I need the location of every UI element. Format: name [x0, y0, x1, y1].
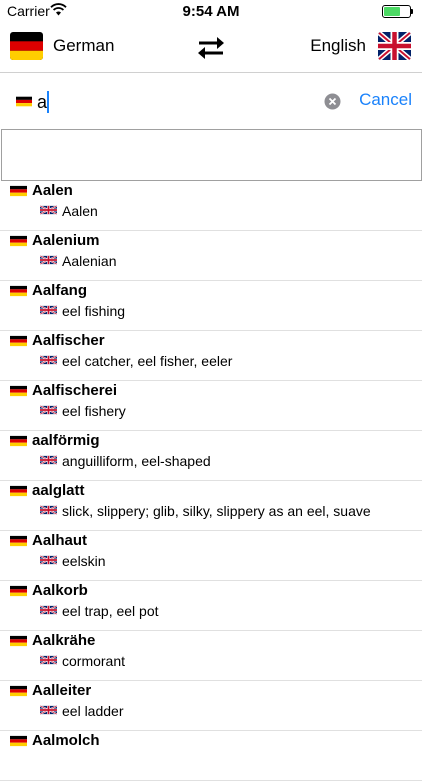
- uk-flag-icon: [40, 554, 57, 566]
- source-language-label: German: [53, 36, 115, 55]
- list-item[interactable]: Aalkorb eel trap, eel pot: [0, 581, 422, 631]
- german-flag-icon: [10, 235, 27, 247]
- term-label: Aalfang: [32, 282, 88, 299]
- translation-label: cormorant: [62, 653, 126, 669]
- list-item[interactable]: Aalenium Aalenian: [0, 231, 422, 281]
- clear-icon[interactable]: [324, 93, 341, 110]
- target-language-label: English: [310, 36, 366, 55]
- term-label: Aalleiter: [32, 682, 92, 699]
- translation-label: anguilliform, eel-shaped: [62, 453, 211, 469]
- status-bar: Carrier 9:54 AM: [0, 0, 422, 22]
- translation-label: Aalenian: [62, 253, 117, 269]
- uk-flag-icon: [40, 404, 57, 416]
- list-item[interactable]: Aalfang eel fishing: [0, 281, 422, 331]
- list-item[interactable]: aalförmig anguilliform, eel-shaped: [0, 431, 422, 481]
- translation-label: eel fishery: [62, 403, 126, 419]
- term-label: Aalkorb: [32, 582, 88, 599]
- language-bar: German English: [0, 22, 422, 72]
- german-flag-icon: [16, 96, 32, 107]
- german-flag-icon: [10, 435, 27, 447]
- translation-label: eelskin: [62, 553, 106, 569]
- translation-label: Aalen: [62, 203, 98, 219]
- uk-flag-icon: [40, 254, 57, 266]
- list-item[interactable]: Aalen Aalen: [0, 181, 422, 231]
- list-item[interactable]: aalglatt slick, slippery; glib, silky, sl…: [0, 481, 422, 531]
- german-flag-icon: [10, 535, 27, 547]
- results-list: Aalen Aalen Aalenium Aalenian Aalfang eel fis…: [0, 181, 422, 781]
- term-label: Aalfischer: [32, 332, 105, 349]
- translation-label: slick, slippery; glib, silky, slippery a…: [62, 503, 371, 519]
- uk-flag-icon: [40, 654, 57, 666]
- term-label: aalförmig: [32, 432, 100, 449]
- target-language-button[interactable]: English: [310, 32, 411, 60]
- uk-flag-icon: [40, 304, 57, 316]
- search-bar: Cancel: [0, 72, 422, 131]
- list-item[interactable]: Aalkrähe cormorant: [0, 631, 422, 681]
- status-time: 9:54 AM: [182, 3, 240, 20]
- translation-label: eel catcher, eel fisher, eeler: [62, 353, 233, 369]
- battery-icon: [382, 5, 414, 18]
- uk-flag-icon: [40, 354, 57, 366]
- german-flag-icon: [10, 635, 27, 647]
- term-label: Aalfischerei: [32, 382, 118, 399]
- german-flag-icon: [10, 285, 27, 297]
- translation-label: eel ladder: [62, 703, 124, 719]
- swap-languages-icon[interactable]: [195, 36, 227, 60]
- german-flag-icon: [10, 585, 27, 597]
- translation-label: eel trap, eel pot: [62, 603, 159, 619]
- list-item[interactable]: Aalmolch: [0, 731, 422, 781]
- uk-flag-icon: [40, 604, 57, 616]
- german-flag-icon: [10, 735, 27, 747]
- translation-label: eel fishing: [62, 303, 126, 319]
- german-flag-icon: [10, 685, 27, 697]
- search-input[interactable]: [37, 89, 312, 115]
- term-label: Aalen: [32, 182, 73, 199]
- term-label: Aalmolch: [32, 732, 100, 749]
- term-label: Aalenium: [32, 232, 100, 249]
- uk-flag-icon: [40, 204, 57, 216]
- uk-flag-icon: [378, 32, 411, 60]
- german-flag-icon: [10, 385, 27, 397]
- list-item[interactable]: Aalfischerei eel fishery: [0, 381, 422, 431]
- uk-flag-icon: [40, 704, 57, 716]
- term-label: Aalhaut: [32, 532, 88, 549]
- german-flag-icon: [10, 32, 43, 60]
- german-flag-icon: [10, 335, 27, 347]
- uk-flag-icon: [40, 504, 57, 516]
- source-language-button[interactable]: German: [10, 32, 114, 60]
- list-item[interactable]: Aalleiter eel ladder: [0, 681, 422, 731]
- uk-flag-icon: [40, 454, 57, 466]
- list-item[interactable]: Aalhaut eelskin: [0, 531, 422, 581]
- cancel-button[interactable]: Cancel: [359, 90, 412, 110]
- banner-placeholder: [1, 129, 422, 181]
- german-flag-icon: [10, 485, 27, 497]
- german-flag-icon: [10, 185, 27, 197]
- term-label: aalglatt: [32, 482, 85, 499]
- text-caret: [47, 91, 49, 113]
- list-item[interactable]: Aalfischer eel catcher, eel fisher, eeler: [0, 331, 422, 381]
- term-label: Aalkrähe: [32, 632, 96, 649]
